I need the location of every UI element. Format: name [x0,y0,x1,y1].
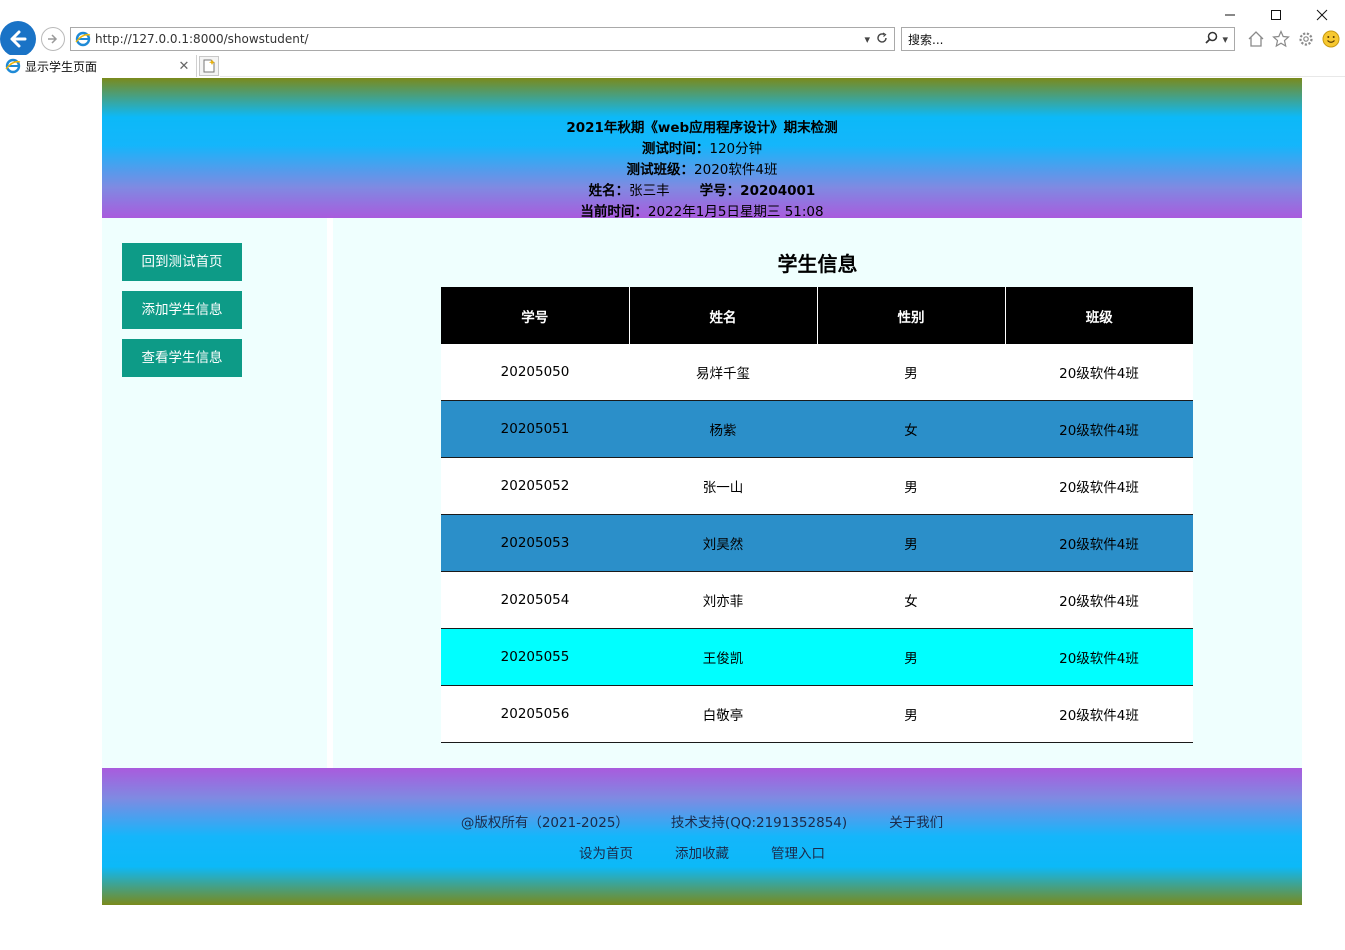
cell-name: 刘亦菲 [629,571,817,629]
cell-gender: 女 [817,571,1005,629]
exam-title: 2021年秋期《web应用程序设计》期末检测 [566,120,838,136]
cell-name: 王俊凯 [629,628,817,686]
column-header-name: 姓名 [628,287,817,344]
back-to-home-button[interactable]: 回到测试首页 [122,243,242,281]
cell-gender: 男 [817,344,1005,401]
view-students-button[interactable]: 查看学生信息 [122,339,242,377]
minimize-icon[interactable] [1207,0,1253,30]
cell-gender: 女 [817,400,1005,458]
search-dropdown-icon[interactable]: ▾ [1222,33,1228,46]
search-icon[interactable] [1205,31,1218,47]
cell-id: 20205053 [441,514,629,572]
cell-class: 20级软件4班 [1005,685,1193,743]
table-row: 20205053 刘昊然 男 20级软件4班 [441,514,1193,572]
address-bar[interactable]: http://127.0.0.1:8000/showstudent/ ▾ [70,27,895,51]
add-student-button[interactable]: 添加学生信息 [122,291,242,329]
cell-gender: 男 [817,628,1005,686]
cell-id: 20205050 [441,344,629,401]
column-header-class: 班级 [1004,287,1193,344]
cell-id: 20205052 [441,457,629,515]
browser-chrome: http://127.0.0.1:8000/showstudent/ ▾ 搜索.… [0,0,1345,78]
gear-icon[interactable] [1296,29,1315,48]
close-window-icon[interactable] [1299,0,1345,30]
class-label: 测试班级： [626,162,695,178]
cell-name: 张一山 [629,457,817,515]
cell-id: 20205051 [441,400,629,458]
student-table: 学号 姓名 性别 班级 20205050 易烊千玺 男 20级软件4班 2020… [441,287,1193,743]
copyright-text: @版权所有（2021-2025） [460,815,629,831]
cell-gender: 男 [817,685,1005,743]
smiley-feedback-icon[interactable] [1321,29,1340,48]
cell-id: 20205055 [441,628,629,686]
cell-name: 刘昊然 [629,514,817,572]
new-tab-icon[interactable] [199,56,219,76]
page-header: 2021年秋期《web应用程序设计》期末检测 测试时间：120分钟 测试班级：2… [102,78,1302,220]
cell-class: 20级软件4班 [1005,457,1193,515]
cell-name: 杨紫 [629,400,817,458]
dropdown-arrow-icon[interactable]: ▾ [864,33,870,46]
table-header-row: 学号 姓名 性别 班级 [441,287,1193,344]
search-placeholder[interactable]: 搜索... [908,31,1205,48]
cell-class: 20级软件4班 [1005,571,1193,629]
tab-strip-divider [220,76,1345,77]
ie-logo-icon [75,31,91,47]
table-row: 20205054 刘亦菲 女 20级软件4班 [441,571,1193,629]
browser-tab[interactable]: 显示学生页面 ✕ [0,55,197,77]
student-id-label: 学号： [699,183,741,199]
duration-value: 120分钟 [709,141,763,157]
cell-class: 20级软件4班 [1005,344,1193,401]
student-name-label: 姓名： [588,183,630,199]
address-url[interactable]: http://127.0.0.1:8000/showstudent/ [95,32,864,46]
cell-class: 20级软件4班 [1005,400,1193,458]
cell-name: 白敬亭 [629,685,817,743]
cell-class: 20级软件4班 [1005,628,1193,686]
cell-gender: 男 [817,514,1005,572]
page-body: 回到测试首页 添加学生信息 查看学生信息 学生信息 学号 姓名 性别 班级 20… [102,218,1302,768]
admin-entry-link[interactable]: 管理入口 [771,844,825,865]
window-controls [1207,0,1345,30]
tech-support-link[interactable]: 技术支持(QQ:2191352854) [671,813,847,834]
cell-id: 20205054 [441,571,629,629]
about-us-link[interactable]: 关于我们 [889,813,943,834]
tab-title: 显示学生页面 [25,59,98,74]
main-content: 学生信息 学号 姓名 性别 班级 20205050 易烊千玺 男 20级软件4班… [333,218,1302,768]
favorites-star-icon[interactable] [1271,29,1290,48]
forward-arrow-icon[interactable] [41,27,65,51]
refresh-icon[interactable] [876,31,888,47]
table-row-hovered: 20205055 王俊凯 男 20级软件4班 [441,628,1193,686]
page-footer: @版权所有（2021-2025） 技术支持(QQ:2191352854) 关于我… [102,768,1302,905]
cell-class: 20级软件4班 [1005,514,1193,572]
page-title: 学生信息 [777,252,858,276]
page-container: 2021年秋期《web应用程序设计》期末检测 测试时间：120分钟 测试班级：2… [102,78,1302,905]
browser-search-box[interactable]: 搜索... ▾ [901,27,1235,51]
back-arrow-icon[interactable] [0,21,36,57]
class-value: 2020软件4班 [694,162,778,178]
column-header-id: 学号 [441,287,629,344]
cell-id: 20205056 [441,685,629,743]
home-icon[interactable] [1246,29,1265,48]
maximize-icon[interactable] [1253,0,1299,30]
sidebar: 回到测试首页 添加学生信息 查看学生信息 [102,218,327,768]
cell-name: 易烊千玺 [629,344,817,401]
set-homepage-link[interactable]: 设为首页 [579,844,633,865]
student-name-value: 张三丰 [629,183,670,199]
table-row: 20205052 张一山 男 20级软件4班 [441,457,1193,515]
column-header-gender: 性别 [816,287,1005,344]
close-tab-icon[interactable]: ✕ [176,59,192,74]
tab-ie-icon [5,58,21,74]
add-favorite-link[interactable]: 添加收藏 [675,844,729,865]
table-row: 20205056 白敬亭 男 20级软件4班 [441,685,1193,743]
table-row: 20205051 杨紫 女 20级软件4班 [441,400,1193,458]
duration-label: 测试时间： [641,141,710,157]
cell-gender: 男 [817,457,1005,515]
student-id-value: 20204001 [740,183,816,199]
table-row: 20205050 易烊千玺 男 20级软件4班 [441,344,1193,401]
